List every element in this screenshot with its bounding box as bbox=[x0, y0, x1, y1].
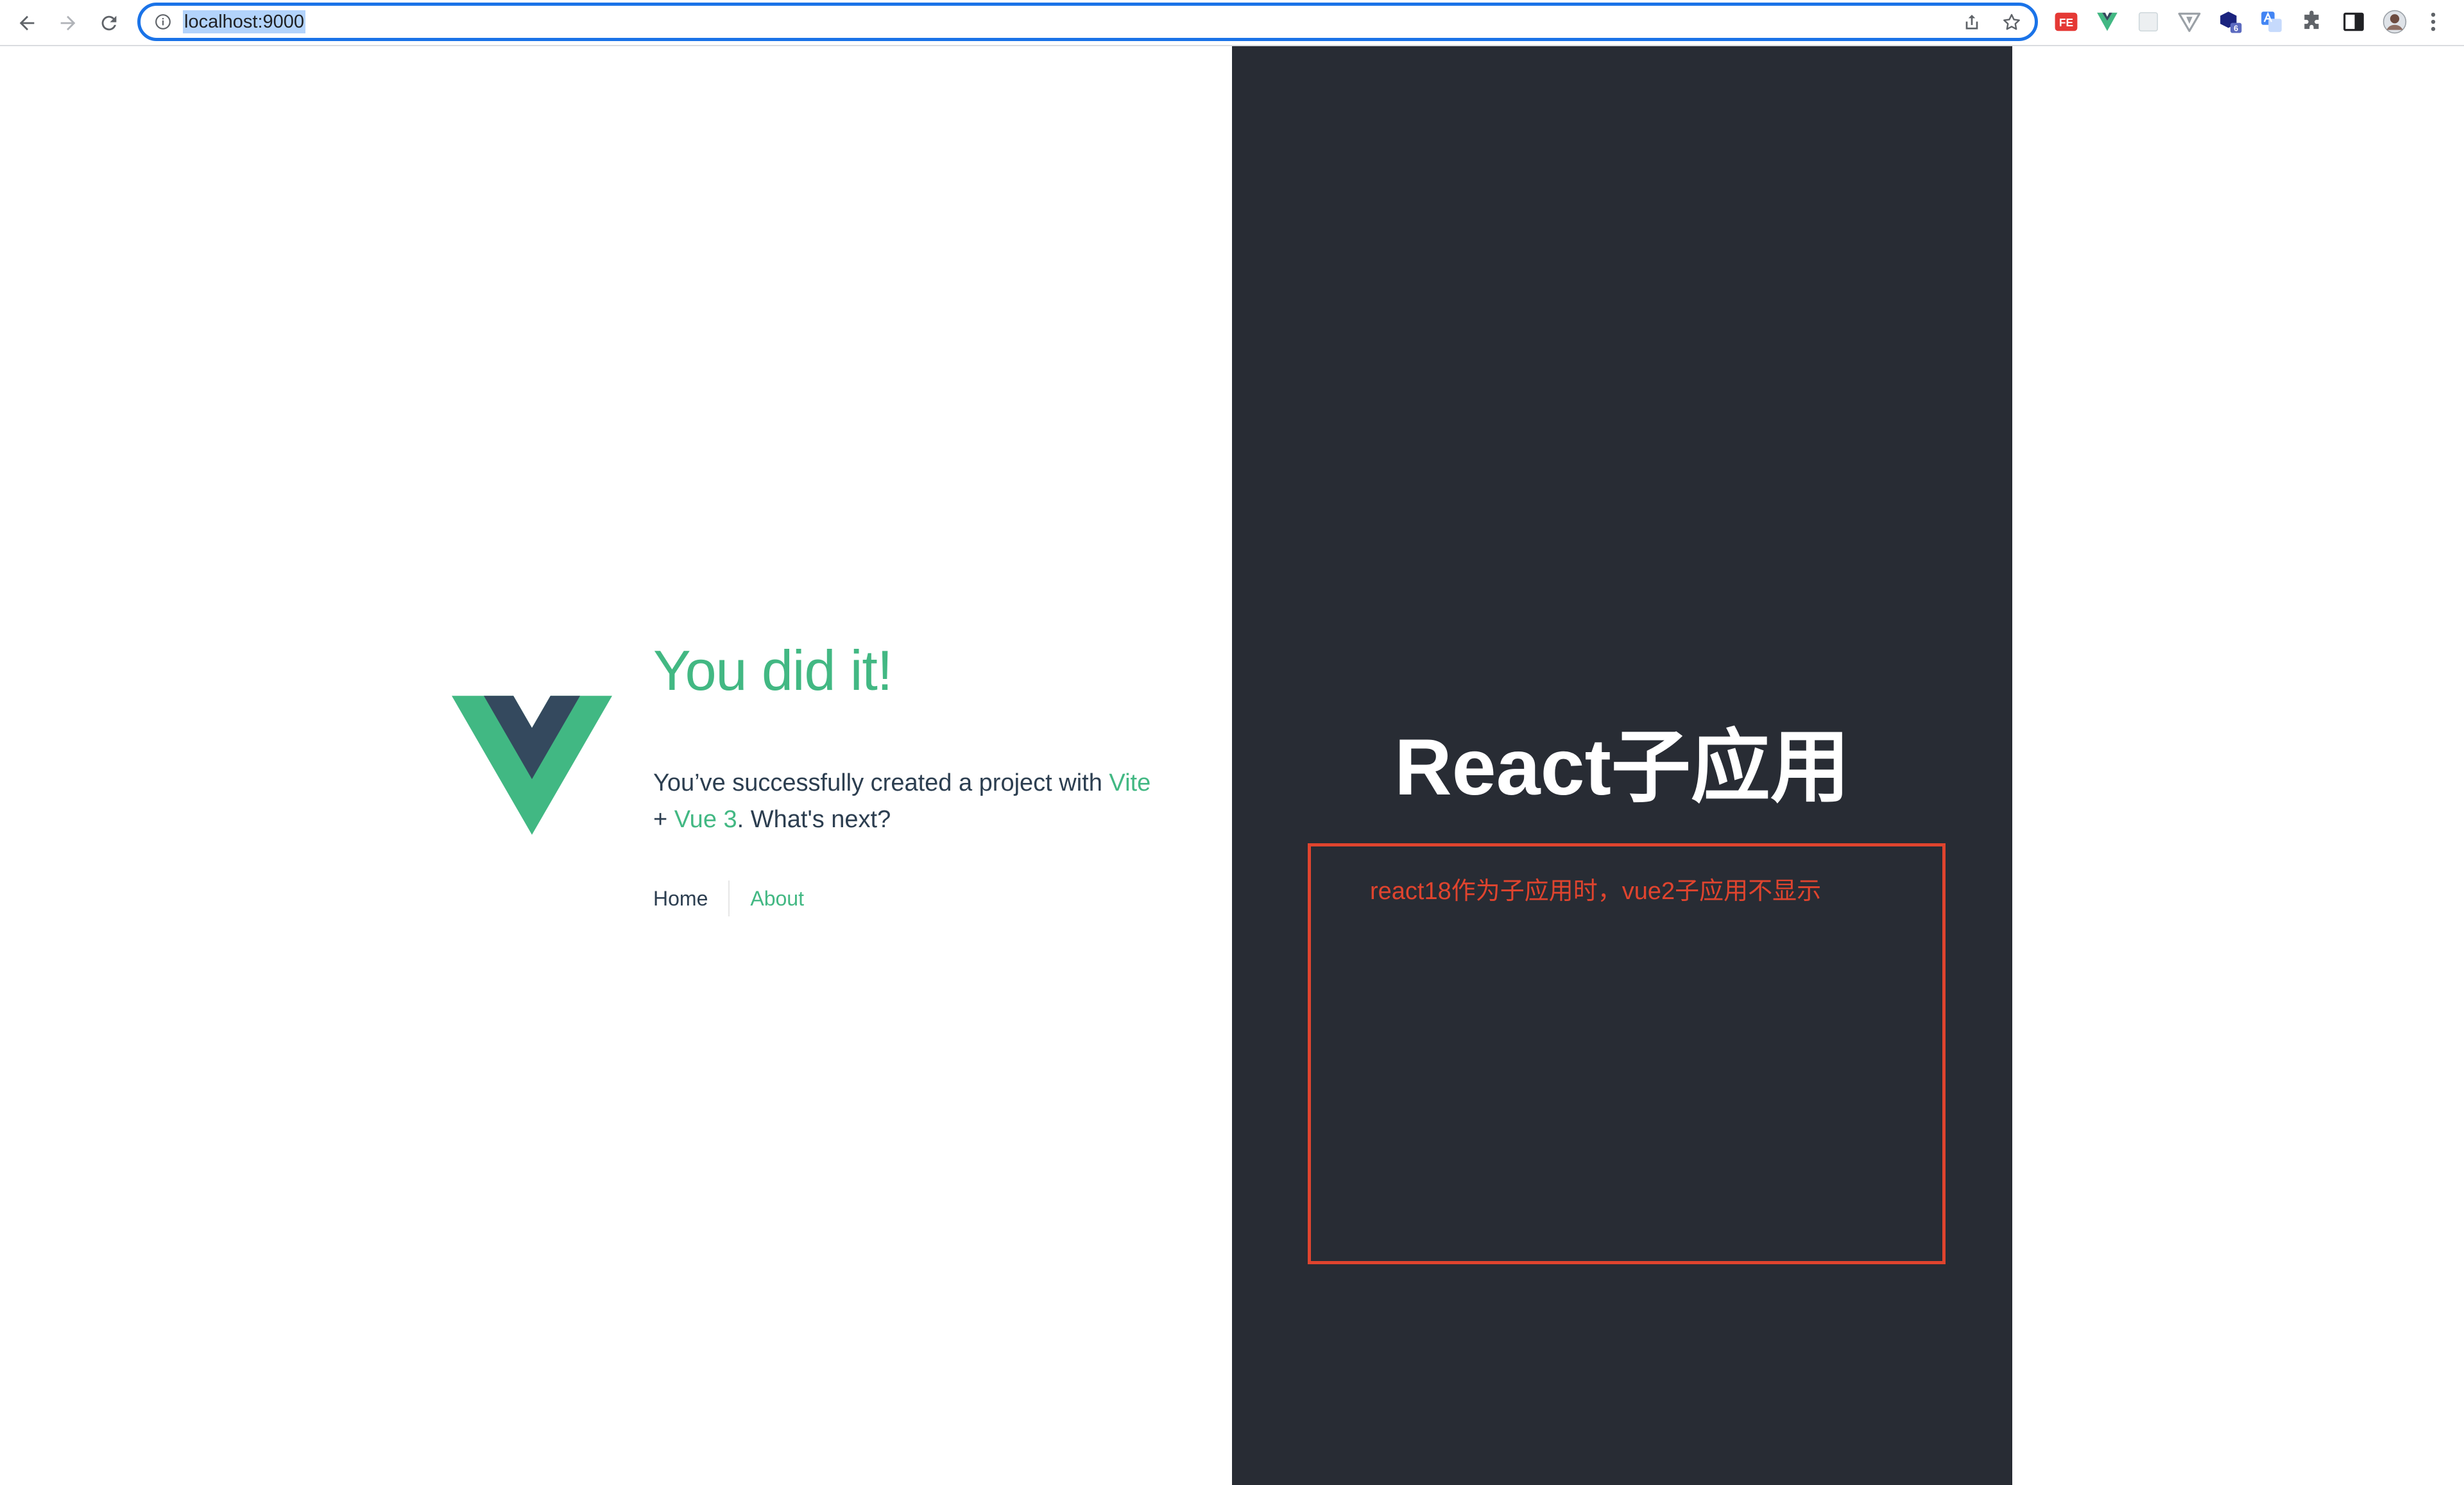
translate-extension-icon bbox=[2261, 12, 2282, 32]
puzzle-extensions-icon bbox=[2304, 10, 2319, 30]
vue-devtools-button[interactable] bbox=[2094, 9, 2120, 35]
hero-title: You did it! bbox=[653, 639, 893, 702]
nav-home-link[interactable]: Home bbox=[653, 880, 728, 916]
vite-link[interactable]: Vite bbox=[1109, 769, 1151, 796]
vite-extension-button[interactable] bbox=[2177, 9, 2202, 35]
fe-extension-button[interactable]: FE bbox=[2053, 9, 2079, 35]
share-button[interactable] bbox=[1962, 12, 1982, 33]
kebab-menu-icon bbox=[2431, 12, 2436, 31]
hexagon-extension-button[interactable]: 6 bbox=[2218, 9, 2243, 35]
vue-devtools-icon bbox=[2097, 12, 2118, 31]
vite-extension-icon bbox=[2178, 12, 2201, 32]
main-nav: Home About bbox=[653, 880, 804, 916]
profile-avatar-icon bbox=[2383, 10, 2407, 34]
browser-menu-button[interactable] bbox=[2420, 9, 2446, 35]
hero-description: You’ve successfully created a project wi… bbox=[653, 765, 1167, 838]
hexagon-extension-icon: 6 bbox=[2220, 12, 2242, 33]
vue-main-app: You did it! You’ve successfully created … bbox=[0, 46, 1232, 1485]
arrow-right-icon bbox=[60, 15, 76, 31]
extensions-menu-button[interactable] bbox=[2300, 9, 2325, 35]
nav-about-link[interactable]: About bbox=[730, 880, 804, 916]
reload-icon bbox=[101, 15, 117, 31]
translate-extension-button[interactable] bbox=[2259, 9, 2284, 35]
reload-button[interactable] bbox=[92, 6, 126, 40]
hero-text-plus: + bbox=[653, 806, 674, 833]
bookmark-star-icon bbox=[2003, 13, 2020, 30]
annotation-box: react18作为子应用时，vue2子应用不显示 bbox=[1308, 843, 1946, 1264]
url-text[interactable]: localhost:9000 bbox=[183, 10, 306, 33]
profile-button[interactable] bbox=[2382, 9, 2408, 35]
vue3-link[interactable]: Vue 3 bbox=[674, 806, 737, 833]
address-bar[interactable]: localhost:9000 bbox=[137, 3, 2038, 41]
side-panel-button[interactable] bbox=[2341, 9, 2366, 35]
arrow-left-icon bbox=[19, 15, 35, 31]
extension-badge: 6 bbox=[2234, 24, 2238, 33]
hero-text-before: You’ve successfully created a project wi… bbox=[653, 769, 1109, 796]
page-content: You did it! You’ve successfully created … bbox=[0, 46, 2464, 1485]
fe-extension-icon: FE bbox=[2055, 12, 2078, 31]
bookmark-button[interactable] bbox=[2001, 12, 2022, 33]
vue-logo-icon bbox=[452, 696, 612, 835]
fe-extension-label: FE bbox=[2059, 16, 2073, 29]
annotation-text: react18作为子应用时，vue2子应用不显示 bbox=[1370, 878, 1822, 905]
back-button[interactable] bbox=[10, 6, 44, 40]
info-icon[interactable] bbox=[155, 13, 171, 30]
side-panel-icon bbox=[2343, 12, 2364, 31]
share-icon bbox=[1965, 15, 1978, 30]
blank-extension-icon bbox=[2138, 12, 2159, 32]
hero-text-after: . What's next? bbox=[737, 806, 891, 833]
blank-extension-button[interactable] bbox=[2135, 9, 2161, 35]
react-sub-app-title: React子应用 bbox=[1394, 723, 1850, 812]
forward-button[interactable] bbox=[51, 6, 85, 40]
react-sub-app: React子应用 react18作为子应用时，vue2子应用不显示 bbox=[1232, 46, 2012, 1485]
browser-toolbar: localhost:9000 FE 6 bbox=[0, 0, 2464, 46]
